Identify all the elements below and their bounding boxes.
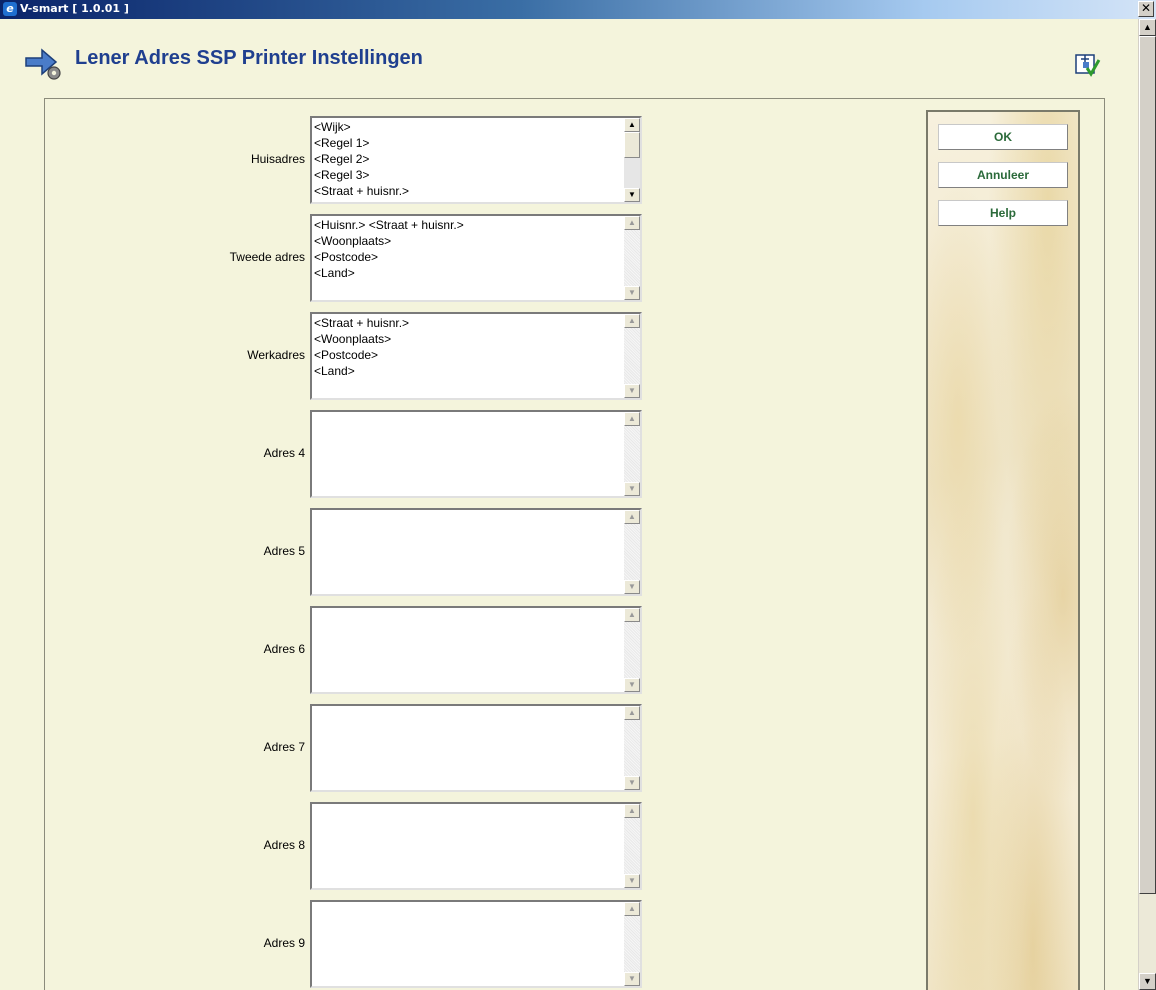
scroll-down-arrow[interactable]: ▼ <box>624 678 640 692</box>
address-line: <Postcode> <box>314 348 379 362</box>
window-title: V-smart [ 1.0.01 ] <box>20 2 129 15</box>
field-label: Adres 9 <box>263 936 305 950</box>
address-line: <Woonplaats> <box>314 234 392 248</box>
button-panel: OK Annuleer Help <box>926 110 1080 990</box>
address-textarea[interactable]: ▲ ▼ <box>310 900 642 988</box>
settings-arrow-icon <box>25 48 61 80</box>
scroll-down-arrow[interactable]: ▼ <box>1139 973 1156 990</box>
textarea-scrollbar[interactable]: ▲ ▼ <box>624 412 640 496</box>
address-line: <Postcode> <box>314 250 379 264</box>
field-label: Adres 5 <box>263 544 305 558</box>
address-line: <Regel 3> <box>314 168 370 182</box>
scroll-down-arrow[interactable]: ▼ <box>624 286 640 300</box>
address-line: <Straat + huisnr.> <box>314 316 410 330</box>
scroll-up-arrow[interactable]: ▲ <box>624 314 640 328</box>
field-label: Tweede adres <box>229 250 305 264</box>
cancel-button[interactable]: Annuleer <box>938 162 1068 188</box>
address-textarea[interactable]: <Straat + huisnr.> <Woonplaats> <Postcode>… <box>310 312 642 400</box>
scroll-up-arrow[interactable]: ▲ <box>624 608 640 622</box>
scroll-down-arrow[interactable]: ▼ <box>624 482 640 496</box>
field-label: Adres 7 <box>263 740 305 754</box>
window-close-button[interactable]: ✕ <box>1138 1 1154 17</box>
address-textarea[interactable]: ▲ ▼ <box>310 704 642 792</box>
scroll-down-arrow[interactable]: ▼ <box>624 972 640 986</box>
address-textarea[interactable]: <Wijk> <Regel 1> <Regel 2> <Regel 3> <Straat… <box>310 116 642 204</box>
textarea-scrollbar[interactable]: ▲ ▼ <box>624 118 640 202</box>
scroll-down-arrow[interactable]: ▼ <box>624 384 640 398</box>
scroll-up-arrow[interactable]: ▲ <box>624 118 640 132</box>
scroll-down-arrow[interactable]: ▼ <box>624 874 640 888</box>
scroll-thumb[interactable] <box>624 132 640 158</box>
address-line: <Woonplaats> <box>314 332 392 346</box>
textarea-scrollbar[interactable]: ▲ ▼ <box>624 216 640 300</box>
textarea-scrollbar[interactable]: ▲ ▼ <box>624 902 640 986</box>
help-button[interactable]: Help <box>938 200 1068 226</box>
browser-icon: e <box>3 2 17 16</box>
scroll-down-arrow[interactable]: ▼ <box>624 776 640 790</box>
scroll-down-arrow[interactable]: ▼ <box>624 580 640 594</box>
page-title: Lener Adres SSP Printer Instellingen <box>75 47 423 69</box>
scroll-up-arrow[interactable]: ▲ <box>624 412 640 426</box>
textarea-scrollbar[interactable]: ▲ ▼ <box>624 314 640 398</box>
field-label: Adres 8 <box>263 838 305 852</box>
ok-button[interactable]: OK <box>938 124 1068 150</box>
help-doc-icon[interactable] <box>1073 52 1101 78</box>
field-label: Werkadres <box>247 348 305 362</box>
page-scrollbar[interactable]: ▲ ▼ <box>1138 19 1156 990</box>
address-line: <Straat + huisnr.> <box>314 184 410 198</box>
textarea-scrollbar[interactable]: ▲ ▼ <box>624 510 640 594</box>
scroll-up-arrow[interactable]: ▲ <box>1139 19 1156 36</box>
scroll-up-arrow[interactable]: ▲ <box>624 216 640 230</box>
address-textarea[interactable]: ▲ ▼ <box>310 410 642 498</box>
address-line: <Regel 1> <box>314 136 370 150</box>
textarea-scrollbar[interactable]: ▲ ▼ <box>624 706 640 790</box>
window-titlebar: e V-smart [ 1.0.01 ] ✕ <box>0 0 1156 19</box>
address-line: <Land> <box>314 364 355 378</box>
address-line: <Regel 2> <box>314 152 370 166</box>
scroll-thumb[interactable] <box>1139 36 1156 894</box>
scroll-down-arrow[interactable]: ▼ <box>624 188 640 202</box>
textarea-scrollbar[interactable]: ▲ ▼ <box>624 804 640 888</box>
field-label: Huisadres <box>250 152 305 166</box>
address-textarea[interactable]: <Huisnr.> <Straat + huisnr.> <Woonplaats>… <box>310 214 642 302</box>
scroll-up-arrow[interactable]: ▲ <box>624 510 640 524</box>
address-textarea[interactable]: ▲ ▼ <box>310 606 642 694</box>
field-label: Adres 4 <box>263 446 305 460</box>
address-line: <Land> <box>314 266 355 280</box>
field-label: Adres 6 <box>263 642 305 656</box>
scroll-up-arrow[interactable]: ▲ <box>624 804 640 818</box>
textarea-scrollbar[interactable]: ▲ ▼ <box>624 608 640 692</box>
address-textarea[interactable]: ▲ ▼ <box>310 802 642 890</box>
scroll-up-arrow[interactable]: ▲ <box>624 706 640 720</box>
scroll-up-arrow[interactable]: ▲ <box>624 902 640 916</box>
address-line: <Wijk> <box>314 120 351 134</box>
address-textarea[interactable]: ▲ ▼ <box>310 508 642 596</box>
address-line: <Huisnr.> <Straat + huisnr.> <box>314 218 464 232</box>
